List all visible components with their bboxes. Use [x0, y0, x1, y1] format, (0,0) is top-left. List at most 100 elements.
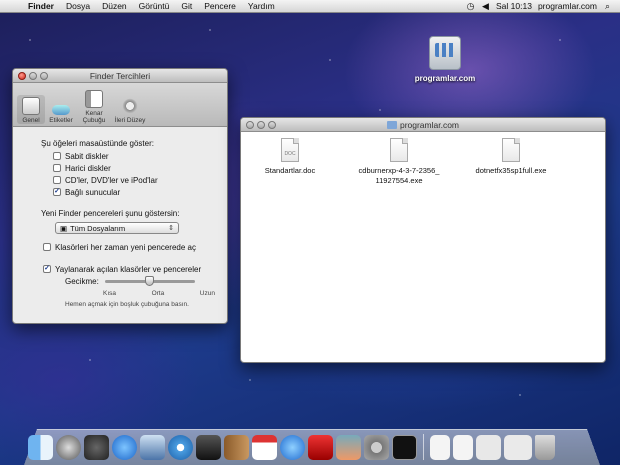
minimize-button[interactable]: [29, 72, 37, 80]
time-machine-icon[interactable]: ◷: [466, 1, 475, 11]
close-button[interactable]: [18, 72, 26, 80]
slider-knob[interactable]: [145, 276, 155, 286]
cds-dvds-checkbox[interactable]: [53, 176, 61, 184]
finder-icon[interactable]: [28, 435, 53, 460]
volume-icon[interactable]: ◀: [481, 1, 490, 11]
checkbox-row[interactable]: Klasörleri her zaman yeni pencerede aç: [43, 242, 215, 252]
menu-pencere[interactable]: Pencere: [198, 1, 242, 11]
checkbox-row[interactable]: ✓ Yaylanarak açılan klasörler ve pencerel…: [43, 264, 215, 274]
delay-label: Gecikme:: [65, 277, 99, 286]
zoom-button[interactable]: [40, 72, 48, 80]
file-name-line1: cdburnerxp-4-3-7-2356_: [358, 166, 440, 175]
new-window-label: Yeni Finder pencereleri şunu göstersin:: [41, 209, 180, 218]
menu-goruntu[interactable]: Görüntü: [133, 1, 176, 11]
dock-icons: [28, 428, 598, 460]
folder-titlebar[interactable]: programlar.com: [241, 118, 605, 132]
hard-disks-checkbox[interactable]: [53, 152, 61, 160]
menu-finder[interactable]: Finder: [22, 1, 60, 11]
menu-duzen[interactable]: Düzen: [96, 1, 133, 11]
menu-bar: Finder Dosya Düzen Görüntü Git Pencere Y…: [0, 0, 620, 13]
tab-kenar-cubugu[interactable]: Kenar Çubuğu: [77, 88, 111, 124]
exe-file-icon: [390, 138, 408, 162]
home-folder-icon: ▣: [60, 223, 68, 233]
prefs-body: Şu öğeleri masaüstünde göster: Sabit dis…: [13, 127, 227, 316]
tab-kenar-label: Kenar Çubuğu: [82, 110, 106, 124]
checkbox-label: Yaylanarak açılan klasörler ve pencerele…: [55, 264, 202, 274]
finder-preferences-window: Finder Tercihleri Genel Etiketler Kenar …: [12, 68, 228, 324]
springload-checkbox[interactable]: ✓: [43, 265, 51, 273]
checkbox-row[interactable]: ✓ Bağlı sunucular: [53, 187, 215, 197]
menu-yardim[interactable]: Yardım: [242, 1, 281, 11]
always-new-window-checkbox[interactable]: [43, 243, 51, 251]
calendar-icon[interactable]: [252, 435, 277, 460]
desktop-icon-label: programlar.com: [414, 74, 476, 83]
file-name: Standartlar.doc: [264, 166, 316, 175]
file-item[interactable]: cdburnerxp-4-3-7-2356_ 11927554.exe: [354, 138, 444, 186]
file-name: dotnetfx35sp1full.exe: [475, 166, 547, 175]
app-store-icon[interactable]: [112, 435, 137, 460]
menu-site-label: programlar.com: [537, 1, 597, 11]
checkbox-row[interactable]: Sabit diskler: [53, 151, 215, 161]
delay-slider[interactable]: [104, 276, 195, 286]
close-button[interactable]: [246, 121, 254, 129]
preview-icon[interactable]: [140, 435, 165, 460]
folder-title: programlar.com: [399, 120, 460, 130]
delay-row: Gecikme:: [65, 276, 215, 286]
prefs-titlebar[interactable]: Finder Tercihleri: [13, 69, 227, 83]
photo-booth-icon[interactable]: [308, 435, 333, 460]
zoom-button[interactable]: [268, 121, 276, 129]
checkbox-row[interactable]: CD'ler, DVD'ler ve iPod'lar: [53, 175, 215, 185]
servers-checkbox[interactable]: ✓: [53, 188, 61, 196]
menu-git[interactable]: Git: [175, 1, 198, 11]
launchpad-icon[interactable]: [56, 435, 81, 460]
terminal-icon[interactable]: [392, 435, 417, 460]
file-item[interactable]: dotnetfx35sp1full.exe: [466, 138, 556, 176]
address-book-icon[interactable]: [224, 435, 249, 460]
tab-etiketler[interactable]: Etiketler: [47, 97, 75, 124]
folder-icon: [386, 121, 397, 129]
doc-file-icon: DOC: [281, 138, 299, 162]
network-volume-icon: [429, 36, 461, 70]
tab-ileri-duzey[interactable]: İleri Düzey: [113, 95, 147, 124]
folder-window: programlar.com DOC Standartlar.doc cdbur…: [240, 117, 606, 363]
prefs-title: Finder Tercihleri: [89, 71, 151, 81]
show-on-desktop-label: Şu öğeleri masaüstünde göster:: [41, 139, 154, 148]
facetime-icon[interactable]: [196, 435, 221, 460]
document-icon[interactable]: [430, 435, 450, 460]
document-icon[interactable]: [476, 435, 501, 460]
document-icon[interactable]: [504, 435, 532, 460]
tick-long: Uzun: [199, 290, 215, 297]
tab-ileri-label: İleri Düzey: [114, 117, 146, 124]
safari-icon[interactable]: [168, 435, 193, 460]
checkbox-label: CD'ler, DVD'ler ve iPod'lar: [65, 175, 158, 185]
exe-file-icon: [502, 138, 520, 162]
doc-badge: DOC: [284, 151, 296, 157]
checkbox-row[interactable]: Harici diskler: [53, 163, 215, 173]
tab-genel-label: Genel: [22, 117, 40, 124]
new-window-select[interactable]: ▣ Tüm Dosyalarım ⇕: [55, 222, 179, 234]
iphoto-icon[interactable]: [336, 435, 361, 460]
tab-genel[interactable]: Genel: [17, 95, 45, 124]
general-icon: [22, 97, 40, 115]
dashboard-icon[interactable]: [84, 435, 109, 460]
checkbox-label: Klasörleri her zaman yeni pencerede aç: [55, 242, 196, 252]
new-window-value: Tüm Dosyalarım: [70, 223, 126, 233]
gear-icon: [121, 97, 139, 115]
document-icon[interactable]: [453, 435, 473, 460]
trash-icon[interactable]: [535, 435, 555, 460]
external-disks-checkbox[interactable]: [53, 164, 61, 172]
sidebar-icon: [85, 90, 103, 108]
tick-medium: Orta: [151, 290, 165, 297]
file-item[interactable]: DOC Standartlar.doc: [245, 138, 335, 176]
checkbox-label: Bağlı sunucular: [65, 187, 121, 197]
spotlight-icon[interactable]: ⌕: [603, 1, 612, 11]
menu-clock[interactable]: Sal 10:13: [496, 1, 532, 11]
delay-ticks: Kısa Orta Uzun: [103, 290, 215, 297]
itunes-icon[interactable]: [280, 435, 305, 460]
desktop-server-icon[interactable]: programlar.com: [412, 36, 478, 83]
file-name-line2: 11927554.exe: [375, 176, 423, 185]
system-preferences-icon[interactable]: [364, 435, 389, 460]
menu-dosya[interactable]: Dosya: [60, 1, 96, 11]
minimize-button[interactable]: [257, 121, 265, 129]
checkbox-label: Sabit diskler: [65, 151, 109, 161]
